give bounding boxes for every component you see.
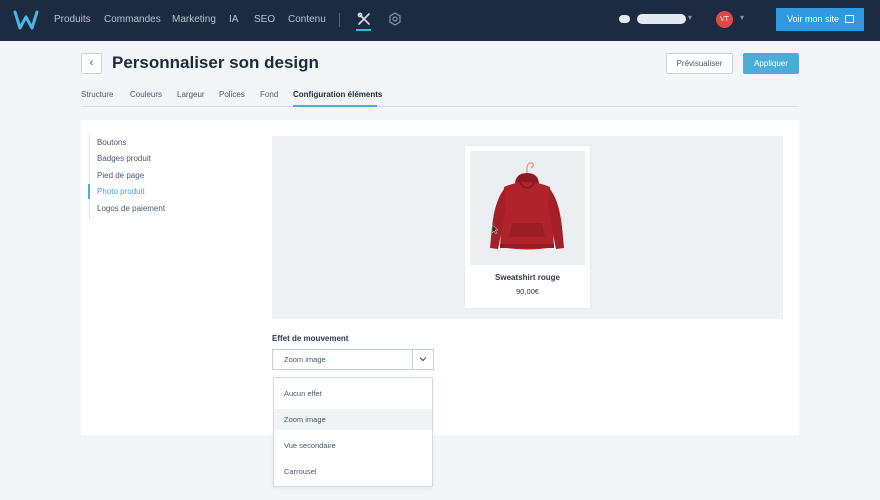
design-tools-icon[interactable] <box>357 12 371 26</box>
chevron-down-icon[interactable] <box>419 355 427 363</box>
sidebar-rail <box>89 135 90 219</box>
top-navigation-bar: Produits Commandes Marketing IA SEO Cont… <box>0 0 880 41</box>
hoodie-image <box>490 162 564 250</box>
account-selector[interactable] <box>637 14 686 24</box>
view-site-button[interactable]: Voir mon site <box>776 8 864 31</box>
nav-content[interactable]: Contenu <box>288 14 326 25</box>
tab-background[interactable]: Fond <box>260 90 278 99</box>
effect-select[interactable]: Zoom image <box>272 349 434 370</box>
sidebar-item-payment-logos[interactable]: Logos de paiement <box>97 204 165 213</box>
nav-ai[interactable]: IA <box>229 14 238 25</box>
select-divider <box>412 350 413 369</box>
mouse-cursor-icon <box>492 225 499 234</box>
sidebar-item-footer[interactable]: Pied de page <box>97 171 144 180</box>
page-title: Personnaliser son design <box>112 53 319 72</box>
nav-orders[interactable]: Commandes <box>104 14 161 25</box>
sidebar-item-product-photo[interactable]: Photo produit <box>97 187 145 196</box>
tool-active-indicator <box>356 29 371 31</box>
effect-label: Effet de mouvement <box>272 334 349 343</box>
dropdown-option-zoom-image[interactable]: Zoom image <box>274 409 432 430</box>
tab-fonts[interactable]: Polices <box>219 90 245 99</box>
settings-gear-icon[interactable] <box>388 12 402 26</box>
effect-select-value: Zoom image <box>284 355 326 364</box>
chevron-down-icon[interactable]: ▾ <box>740 13 744 22</box>
chevron-down-icon[interactable]: ▾ <box>688 13 692 22</box>
tab-element-config[interactable]: Configuration éléments <box>293 90 382 99</box>
logo-icon[interactable] <box>13 9 39 31</box>
nav-marketing[interactable]: Marketing <box>172 14 216 25</box>
apply-button[interactable]: Appliquer <box>743 53 799 74</box>
sidebar-item-product-badges[interactable]: Badges produit <box>97 154 151 163</box>
sidebar-item-buttons[interactable]: Boutons <box>97 138 126 147</box>
preview-button[interactable]: Prévisualiser <box>666 53 733 74</box>
account-status-dot <box>619 15 630 23</box>
nav-products[interactable]: Produits <box>54 14 91 25</box>
product-image <box>470 151 585 265</box>
dropdown-option-secondary-view[interactable]: Vue secondaire <box>274 435 432 456</box>
view-site-label: Voir mon site <box>787 14 840 24</box>
product-price: 90,00€ <box>516 287 539 296</box>
nav-seo[interactable]: SEO <box>254 14 275 25</box>
tabs-divider <box>81 106 799 107</box>
tab-width[interactable]: Largeur <box>177 90 205 99</box>
browser-window-icon <box>845 15 854 23</box>
sidebar-active-indicator <box>88 184 90 199</box>
product-name: Sweatshirt rouge <box>495 273 560 282</box>
tab-structure[interactable]: Structure <box>81 90 113 99</box>
active-tab-indicator <box>293 105 377 107</box>
back-button[interactable]: ‹ <box>81 53 102 74</box>
nav-separator <box>339 13 340 27</box>
dropdown-option-no-effect[interactable]: Aucun effet <box>274 383 432 404</box>
avatar[interactable]: VT <box>716 11 733 28</box>
dropdown-option-carousel[interactable]: Carrousel <box>274 461 432 482</box>
tab-colors[interactable]: Couleurs <box>130 90 162 99</box>
effect-dropdown-menu: Aucun effet Zoom image Vue secondaire Ca… <box>273 377 433 487</box>
